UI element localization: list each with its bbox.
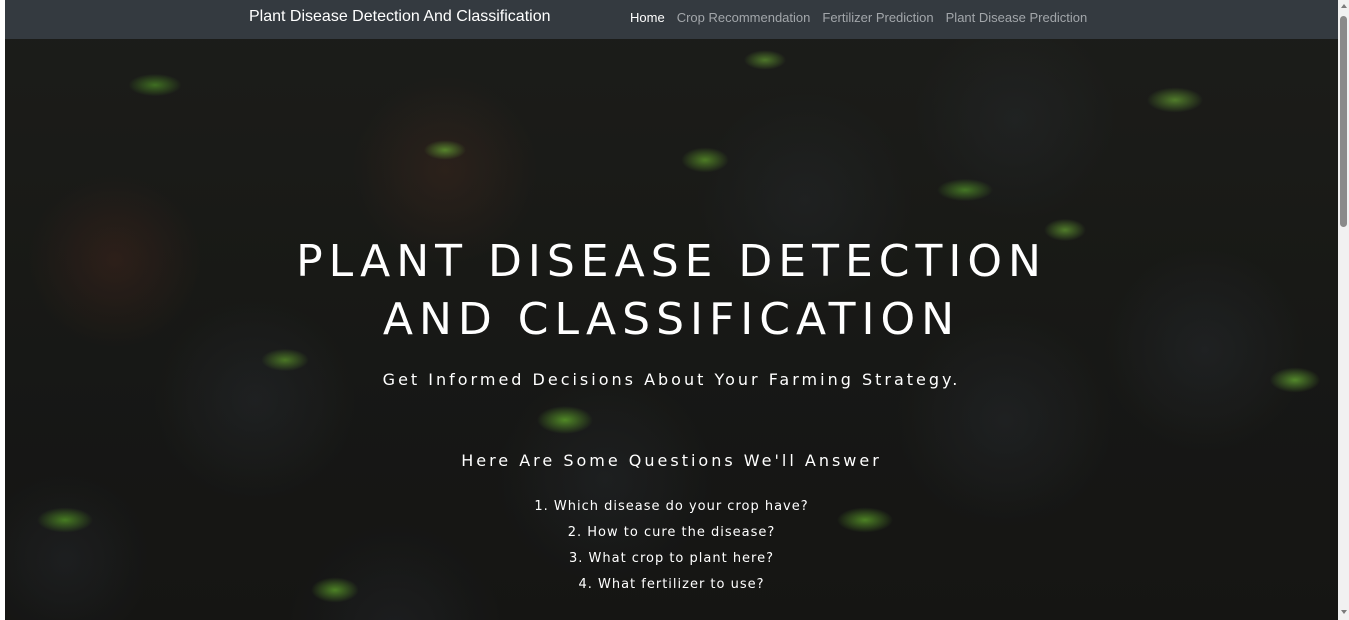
questions-list: 1. Which disease do your crop have? 2. H… xyxy=(5,497,1338,601)
question-item: 1. Which disease do your crop have? xyxy=(534,499,809,514)
questions-heading: Here Are Some Questions We'll Answer xyxy=(461,451,882,470)
page: Plant Disease Detection And Classificati… xyxy=(0,0,1349,620)
question-item: 3. What crop to plant here? xyxy=(568,551,775,566)
hero-section: PLANT DISEASE DETECTION AND CLASSIFICATI… xyxy=(5,0,1338,620)
hero-title-line-1: PLANT DISEASE DETECTION xyxy=(296,236,1047,287)
question-item: 4. What fertilizer to use? xyxy=(578,577,765,592)
chevron-up-icon[interactable] xyxy=(1341,4,1347,8)
scrollbar-thumb[interactable] xyxy=(1340,16,1347,227)
hero-title-line-2: AND CLASSIFICATION xyxy=(382,294,961,345)
hero-subtitle: Get Informed Decisions About Your Farmin… xyxy=(382,370,961,389)
question-item: 2. How to cure the disease? xyxy=(567,525,776,540)
chevron-down-icon[interactable] xyxy=(1341,610,1347,614)
hero-title: PLANT DISEASE DETECTION AND CLASSIFICATI… xyxy=(5,233,1338,349)
